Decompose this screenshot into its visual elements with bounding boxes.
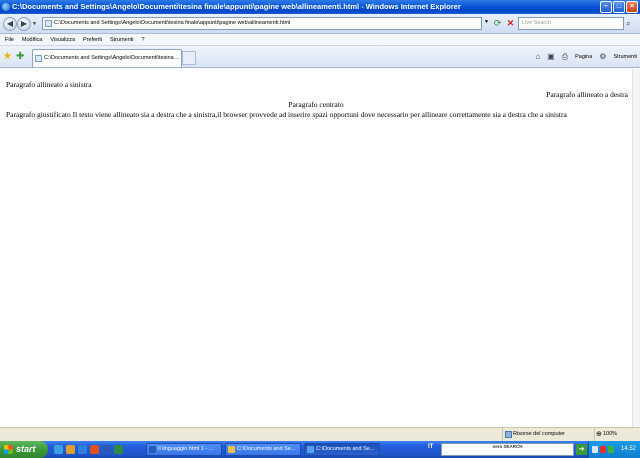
address-field[interactable]: C:\Documents and Settings\Angelo\Documen… bbox=[42, 17, 482, 30]
ie-icon bbox=[307, 446, 314, 453]
tab-label: C:\Documents and Settings\Angelo\Documen… bbox=[44, 55, 180, 61]
command-bar: ⌂ ▣ ⎙ Pagina ⚙ Strumenti bbox=[535, 52, 637, 62]
window-title-bar[interactable]: C:\Documents and Settings\Angelo\Documen… bbox=[0, 0, 640, 14]
maximize-button[interactable]: □ bbox=[613, 1, 625, 13]
network-icon[interactable] bbox=[592, 446, 598, 453]
go-arrow-icon[interactable]: ➜ bbox=[576, 444, 587, 455]
task-label: C:\Documents and Se... bbox=[237, 446, 296, 452]
address-dropdown-icon[interactable]: ▼ bbox=[484, 19, 489, 25]
task-button-html[interactable]: Il linguaggio html 1 - ... bbox=[146, 443, 222, 456]
folder-icon[interactable] bbox=[66, 445, 75, 454]
volume-icon[interactable] bbox=[608, 446, 614, 453]
menu-modifica[interactable]: Modifica bbox=[22, 34, 42, 45]
computer-icon bbox=[505, 431, 512, 438]
forward-button[interactable]: ▶ bbox=[17, 17, 31, 31]
word-icon[interactable] bbox=[102, 445, 111, 454]
back-button[interactable]: ◀ bbox=[3, 17, 17, 31]
tab-allineamenti[interactable]: C:\Documents and Settings\Angelo\Documen… bbox=[32, 49, 182, 67]
paragraph-left: Paragrafo allineato a sinistra bbox=[6, 80, 92, 89]
menu-help[interactable]: ? bbox=[142, 34, 145, 45]
language-indicator[interactable]: IT bbox=[428, 444, 433, 450]
status-bar: Risorse del computer ⊕ 100% bbox=[0, 427, 640, 441]
task-button-ie[interactable]: C:\Documents and Se... bbox=[304, 443, 380, 456]
task-button-folder[interactable]: C:\Documents and Se... bbox=[225, 443, 301, 456]
page-content: Paragrafo allineato a sinistra Paragrafo… bbox=[0, 69, 640, 427]
tools-gear-icon[interactable]: ⚙ bbox=[599, 52, 606, 62]
ie-logo-icon bbox=[2, 3, 10, 11]
start-label: start bbox=[16, 444, 36, 454]
word-icon bbox=[149, 446, 156, 453]
home-icon[interactable]: ⌂ bbox=[535, 52, 540, 62]
feeds-icon[interactable]: ▣ bbox=[547, 52, 555, 62]
excel-icon[interactable] bbox=[114, 445, 123, 454]
security-icon[interactable] bbox=[600, 446, 606, 453]
media-icon[interactable] bbox=[90, 445, 99, 454]
close-button[interactable]: × bbox=[626, 1, 638, 13]
paragraph-justify: Paragrafo giustificato Il testo viene al… bbox=[6, 110, 567, 119]
task-label: C:\Documents and Se... bbox=[316, 446, 375, 452]
print-icon[interactable]: ⎙ bbox=[562, 52, 568, 62]
security-zone[interactable]: Risorse del computer bbox=[502, 428, 565, 441]
system-tray: 14.52 bbox=[588, 441, 640, 458]
quick-launch bbox=[54, 445, 123, 454]
menu-bar: File Modifica Visualizza Preferiti Strum… bbox=[0, 34, 640, 46]
task-label: Il linguaggio html 1 - ... bbox=[158, 446, 214, 452]
page-icon bbox=[35, 55, 42, 62]
address-url: C:\Documents and Settings\Angelo\Documen… bbox=[54, 20, 291, 26]
add-favorites-icon[interactable]: ✚ bbox=[16, 52, 24, 62]
taskbar: start Il linguaggio html 1 - ... C:\Docu… bbox=[0, 441, 640, 458]
tab-bar: ★ ✚ C:\Documents and Settings\Angelo\Doc… bbox=[0, 46, 640, 68]
folder-icon bbox=[228, 446, 235, 453]
vertical-scrollbar[interactable] bbox=[632, 69, 640, 427]
favorites-star-icon[interactable]: ★ bbox=[3, 52, 12, 62]
zoom-control[interactable]: ⊕ 100% bbox=[594, 428, 617, 441]
tools-menu[interactable]: Strumenti bbox=[613, 52, 637, 62]
menu-visualizza[interactable]: Visualizza bbox=[50, 34, 75, 45]
menu-preferiti[interactable]: Preferiti bbox=[83, 34, 102, 45]
page-menu[interactable]: Pagina bbox=[575, 52, 592, 62]
menu-strumenti[interactable]: Strumenti bbox=[110, 34, 134, 45]
search-input[interactable]: Live Search bbox=[518, 17, 624, 30]
menu-file[interactable]: File bbox=[5, 34, 14, 45]
zoom-icon: ⊕ bbox=[596, 431, 602, 438]
new-tab-button[interactable] bbox=[182, 51, 196, 65]
paragraph-center: Paragrafo centrato bbox=[288, 100, 344, 109]
history-dropdown-icon[interactable]: ▼ bbox=[32, 21, 37, 27]
refresh-icon[interactable]: ⟳ bbox=[492, 18, 503, 29]
ie-icon[interactable] bbox=[78, 445, 87, 454]
page-icon bbox=[45, 20, 52, 27]
address-toolbar: ◀ ▶ ▼ C:\Documents and Settings\Angelo\D… bbox=[0, 14, 640, 34]
stop-icon[interactable]: ✕ bbox=[505, 18, 516, 29]
windows-logo-icon bbox=[4, 445, 13, 454]
window-title: C:\Documents and Settings\Angelo\Documen… bbox=[12, 2, 461, 11]
clock[interactable]: 14.52 bbox=[621, 441, 636, 458]
start-button[interactable]: start bbox=[0, 441, 48, 458]
minimize-button[interactable]: – bbox=[600, 1, 612, 13]
zoom-level: 100% bbox=[603, 431, 618, 437]
zone-label: Risorse del computer bbox=[513, 431, 565, 437]
paragraph-right: Paragrafo allineato a destra bbox=[546, 90, 628, 99]
search-icon[interactable]: ⌕ bbox=[626, 18, 630, 29]
desktop-icon[interactable] bbox=[54, 445, 63, 454]
nero-search-box[interactable]: nero SEARCH bbox=[441, 443, 574, 456]
